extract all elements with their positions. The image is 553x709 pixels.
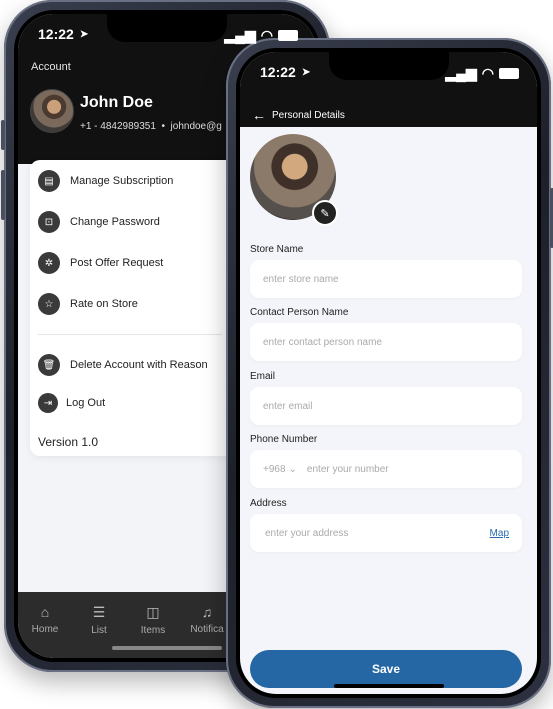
arrow-left-icon: ← bbox=[252, 107, 266, 123]
store-name-label: Store Name bbox=[250, 244, 304, 255]
list-icon: ☰ bbox=[92, 604, 106, 620]
user-contact: +1 - 4842989351 • johndoe@g bbox=[80, 121, 222, 132]
app-version: Version 1.0 bbox=[38, 435, 99, 449]
menu-item-label: Delete Account with Reason bbox=[70, 359, 208, 371]
phone-number-field: +968 ⌄ bbox=[250, 450, 522, 488]
notch bbox=[328, 52, 449, 80]
items-icon: ◫ bbox=[146, 604, 160, 620]
email-label: Email bbox=[250, 371, 276, 382]
side-button bbox=[1, 120, 5, 150]
edit-photo-button[interactable]: ✎ bbox=[312, 200, 338, 226]
side-button bbox=[1, 170, 5, 220]
tab-label: Items bbox=[140, 625, 166, 636]
menu-item-label: Log Out bbox=[66, 397, 106, 409]
avatar[interactable] bbox=[30, 89, 74, 133]
menu-divider bbox=[38, 334, 222, 335]
tab-home[interactable]: ⌂ Home bbox=[18, 592, 72, 658]
location-icon: ➤ bbox=[301, 66, 311, 78]
bell-icon: ♫ bbox=[201, 604, 213, 620]
wifi-icon: ◠ bbox=[481, 65, 494, 81]
menu-item-label: Change Password bbox=[70, 216, 160, 228]
battery-icon bbox=[499, 68, 519, 79]
tab-label: Notifica bbox=[190, 624, 224, 635]
user-phone: +1 - 4842989351 bbox=[80, 121, 156, 132]
status-time: 12:22 bbox=[38, 26, 74, 42]
menu-item-label: Post Offer Request bbox=[70, 257, 164, 269]
personal-details-screen: 12:22 ➤ ▂▄▆ ◠ ← Personal Details ✎ Store … bbox=[240, 52, 537, 694]
signal-icon: ▂▄▆ bbox=[224, 27, 256, 43]
trash-icon: 🗑 bbox=[38, 354, 60, 376]
address-label: Address bbox=[250, 498, 287, 509]
tab-label: Home bbox=[31, 624, 59, 635]
country-code-select[interactable]: +968 ⌄ bbox=[263, 464, 297, 475]
menu-item-manage-subscription[interactable]: ▤ Manage Subscription bbox=[38, 170, 173, 192]
save-button[interactable]: Save bbox=[250, 650, 522, 688]
menu-item-delete-account[interactable]: 🗑 Delete Account with Reason bbox=[38, 354, 208, 376]
logout-icon: ⇥ bbox=[38, 393, 58, 413]
map-link[interactable]: Map bbox=[490, 528, 509, 539]
pencil-icon: ✎ bbox=[320, 207, 330, 220]
tab-label: List bbox=[91, 625, 107, 636]
notch bbox=[107, 14, 227, 42]
lock-icon: ⊡ bbox=[38, 211, 60, 233]
menu-item-change-password[interactable]: ⊡ Change Password bbox=[38, 211, 160, 233]
contact-person-label: Contact Person Name bbox=[250, 307, 349, 318]
offer-icon: ✲ bbox=[38, 252, 60, 274]
country-code: +968 bbox=[263, 463, 286, 475]
wifi-icon: ◠ bbox=[260, 27, 273, 43]
location-icon: ➤ bbox=[79, 28, 89, 40]
signal-icon: ▂▄▆ bbox=[445, 65, 477, 81]
back-button[interactable]: ← Personal Details bbox=[252, 108, 345, 122]
menu-item-label: Rate on Store bbox=[70, 298, 138, 310]
home-indicator bbox=[112, 646, 222, 650]
menu-item-label: Manage Subscription bbox=[70, 175, 174, 187]
star-icon: ☆ bbox=[38, 293, 60, 315]
email-input[interactable] bbox=[250, 387, 522, 425]
home-indicator bbox=[333, 684, 444, 688]
phone-number-label: Phone Number bbox=[250, 434, 318, 445]
address-field: Map bbox=[250, 514, 522, 552]
contact-person-input[interactable] bbox=[250, 323, 522, 361]
user-name: John Doe bbox=[80, 94, 153, 111]
subscription-icon: ▤ bbox=[38, 170, 60, 192]
battery-icon bbox=[278, 30, 298, 41]
phone-number-input[interactable] bbox=[304, 462, 509, 476]
user-email: johndoe@g bbox=[170, 121, 222, 132]
page-title: Personal Details bbox=[272, 109, 345, 121]
menu-item-post-offer-request[interactable]: ✲ Post Offer Request bbox=[38, 252, 163, 274]
menu-item-rate-on-store[interactable]: ☆ Rate on Store bbox=[38, 293, 138, 315]
menu-item-log-out[interactable]: ⇥ Log Out bbox=[38, 393, 105, 413]
home-icon: ⌂ bbox=[40, 604, 50, 620]
front-phone: 12:22 ➤ ▂▄▆ ◠ ← Personal Details ✎ Store … bbox=[226, 38, 553, 708]
chevron-down-icon: ⌄ bbox=[288, 463, 297, 475]
address-input[interactable] bbox=[263, 526, 490, 540]
store-name-input[interactable] bbox=[250, 260, 522, 298]
status-time: 12:22 bbox=[260, 64, 296, 80]
page-title: Account bbox=[31, 61, 71, 73]
